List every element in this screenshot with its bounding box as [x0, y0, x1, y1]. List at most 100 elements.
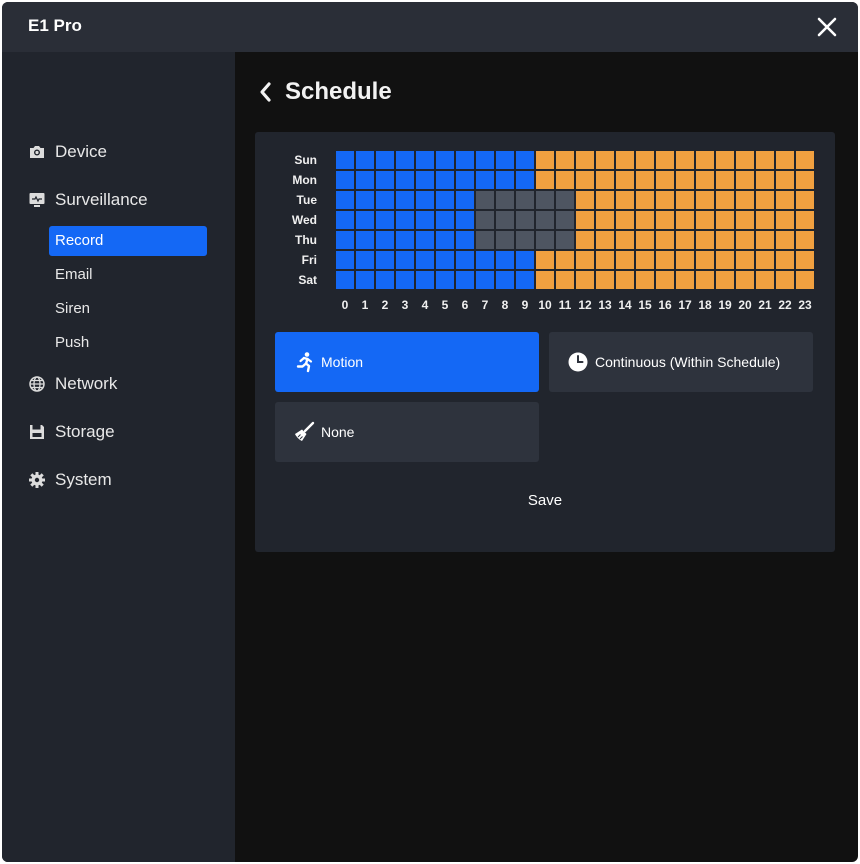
schedule-cell-motion[interactable]	[456, 251, 474, 269]
schedule-cell-motion[interactable]	[436, 191, 454, 209]
schedule-cell-continuous[interactable]	[796, 271, 814, 289]
schedule-cell-continuous[interactable]	[656, 271, 674, 289]
schedule-cell-continuous[interactable]	[736, 171, 754, 189]
schedule-cell-continuous[interactable]	[676, 211, 694, 229]
schedule-cell-continuous[interactable]	[696, 231, 714, 249]
sidebar-item-surveillance[interactable]: Surveillance	[28, 187, 148, 213]
schedule-cell-continuous[interactable]	[596, 271, 614, 289]
schedule-cell-motion[interactable]	[376, 251, 394, 269]
schedule-cell-continuous[interactable]	[716, 251, 734, 269]
chevron-left-icon[interactable]	[257, 81, 273, 103]
schedule-cell-motion[interactable]	[376, 231, 394, 249]
schedule-cell-motion[interactable]	[376, 171, 394, 189]
schedule-cell-continuous[interactable]	[676, 251, 694, 269]
schedule-cell-continuous[interactable]	[596, 251, 614, 269]
schedule-cell-none[interactable]	[516, 191, 534, 209]
save-button[interactable]: Save	[505, 487, 585, 515]
schedule-cell-motion[interactable]	[456, 271, 474, 289]
schedule-cell-continuous[interactable]	[756, 191, 774, 209]
schedule-cell-continuous[interactable]	[656, 191, 674, 209]
schedule-cell-continuous[interactable]	[736, 271, 754, 289]
sidebar-item-record[interactable]: Record	[49, 226, 207, 256]
schedule-cell-motion[interactable]	[436, 231, 454, 249]
schedule-cell-continuous[interactable]	[536, 251, 554, 269]
schedule-cell-continuous[interactable]	[656, 211, 674, 229]
schedule-cell-continuous[interactable]	[796, 231, 814, 249]
sidebar-item-push[interactable]: Push	[49, 328, 207, 358]
schedule-cell-none[interactable]	[476, 191, 494, 209]
schedule-cell-motion[interactable]	[476, 171, 494, 189]
schedule-cell-motion[interactable]	[416, 251, 434, 269]
schedule-cell-none[interactable]	[476, 211, 494, 229]
schedule-cell-motion[interactable]	[516, 251, 534, 269]
schedule-cell-continuous[interactable]	[676, 191, 694, 209]
schedule-cell-continuous[interactable]	[776, 231, 794, 249]
schedule-cell-continuous[interactable]	[616, 231, 634, 249]
schedule-cell-continuous[interactable]	[716, 191, 734, 209]
schedule-cell-continuous[interactable]	[616, 191, 634, 209]
schedule-cell-continuous[interactable]	[576, 251, 594, 269]
schedule-cell-motion[interactable]	[356, 231, 374, 249]
schedule-cell-continuous[interactable]	[796, 171, 814, 189]
schedule-cell-motion[interactable]	[436, 271, 454, 289]
schedule-cell-continuous[interactable]	[796, 191, 814, 209]
schedule-cell-none[interactable]	[496, 211, 514, 229]
schedule-cell-motion[interactable]	[336, 171, 354, 189]
schedule-cell-none[interactable]	[536, 191, 554, 209]
schedule-cell-continuous[interactable]	[656, 251, 674, 269]
schedule-cell-continuous[interactable]	[756, 211, 774, 229]
schedule-cell-continuous[interactable]	[696, 271, 714, 289]
schedule-cell-continuous[interactable]	[576, 151, 594, 169]
schedule-cell-motion[interactable]	[416, 231, 434, 249]
schedule-cell-continuous[interactable]	[536, 151, 554, 169]
schedule-cell-continuous[interactable]	[776, 191, 794, 209]
schedule-cell-continuous[interactable]	[596, 191, 614, 209]
schedule-cell-continuous[interactable]	[676, 231, 694, 249]
schedule-cell-continuous[interactable]	[796, 251, 814, 269]
schedule-cell-motion[interactable]	[336, 191, 354, 209]
schedule-cell-continuous[interactable]	[596, 231, 614, 249]
schedule-cell-continuous[interactable]	[636, 251, 654, 269]
schedule-cell-none[interactable]	[556, 231, 574, 249]
schedule-cell-none[interactable]	[516, 211, 534, 229]
schedule-cell-motion[interactable]	[456, 151, 474, 169]
schedule-cell-motion[interactable]	[476, 251, 494, 269]
schedule-cell-motion[interactable]	[396, 251, 414, 269]
schedule-cell-motion[interactable]	[336, 271, 354, 289]
schedule-cell-continuous[interactable]	[776, 271, 794, 289]
schedule-cell-continuous[interactable]	[696, 191, 714, 209]
schedule-cell-continuous[interactable]	[676, 151, 694, 169]
schedule-cell-continuous[interactable]	[756, 271, 774, 289]
schedule-cell-continuous[interactable]	[596, 171, 614, 189]
schedule-cell-motion[interactable]	[336, 251, 354, 269]
schedule-cell-motion[interactable]	[516, 271, 534, 289]
schedule-cell-motion[interactable]	[456, 171, 474, 189]
schedule-cell-continuous[interactable]	[576, 211, 594, 229]
schedule-cell-motion[interactable]	[396, 271, 414, 289]
schedule-cell-none[interactable]	[556, 191, 574, 209]
schedule-cell-motion[interactable]	[416, 271, 434, 289]
schedule-cell-motion[interactable]	[416, 151, 434, 169]
schedule-cell-continuous[interactable]	[596, 151, 614, 169]
none-mode-button[interactable]: None	[275, 402, 539, 462]
schedule-cell-none[interactable]	[536, 211, 554, 229]
schedule-cell-continuous[interactable]	[716, 211, 734, 229]
schedule-cell-continuous[interactable]	[696, 151, 714, 169]
sidebar-item-network[interactable]: Network	[28, 371, 117, 397]
schedule-cell-continuous[interactable]	[536, 171, 554, 189]
schedule-cell-continuous[interactable]	[696, 211, 714, 229]
schedule-cell-continuous[interactable]	[576, 191, 594, 209]
schedule-cell-motion[interactable]	[456, 211, 474, 229]
schedule-cell-none[interactable]	[536, 231, 554, 249]
schedule-cell-motion[interactable]	[516, 151, 534, 169]
close-button[interactable]	[814, 14, 840, 40]
schedule-cell-continuous[interactable]	[556, 171, 574, 189]
schedule-cell-motion[interactable]	[436, 151, 454, 169]
schedule-cell-motion[interactable]	[476, 271, 494, 289]
schedule-cell-none[interactable]	[496, 231, 514, 249]
schedule-cell-motion[interactable]	[356, 271, 374, 289]
schedule-cell-continuous[interactable]	[696, 171, 714, 189]
schedule-cell-motion[interactable]	[416, 171, 434, 189]
schedule-cell-continuous[interactable]	[696, 251, 714, 269]
sidebar-item-siren[interactable]: Siren	[49, 294, 207, 324]
